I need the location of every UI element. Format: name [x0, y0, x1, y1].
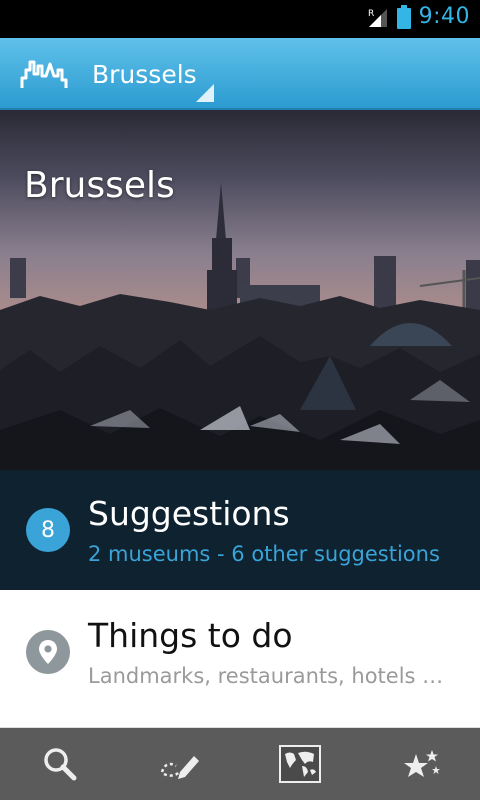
signal-icon: R: [367, 5, 389, 29]
suggestions-title: Suggestions: [88, 494, 290, 533]
city-skyline-illustration: [0, 182, 480, 470]
status-clock: 9:40: [418, 4, 470, 29]
suggestions-subtitle: 2 museums - 6 other suggestions: [88, 542, 440, 566]
app-logo-icon[interactable]: [20, 56, 68, 92]
things-to-do-subtitle: Landmarks, restaurants, hotels …: [88, 664, 444, 688]
city-spinner[interactable]: Brussels: [92, 38, 197, 110]
hero-title: Brussels: [24, 165, 175, 206]
city-spinner-label: Brussels: [92, 59, 197, 89]
location-pin-icon: [26, 630, 70, 674]
city-hero-image: Brussels: [0, 110, 480, 470]
battery-icon: [396, 4, 411, 29]
favorite-stars-icon: [404, 750, 440, 777]
favorites-tab[interactable]: [375, 728, 465, 800]
map-tab[interactable]: [255, 728, 345, 800]
bottom-tab-bar: [0, 728, 480, 800]
things-to-do-title: Things to do: [88, 616, 293, 655]
things-to-do-row[interactable]: Things to do Landmarks, restaurants, hot…: [0, 590, 480, 728]
edit-route-icon: [160, 756, 199, 779]
search-tab[interactable]: [15, 728, 105, 800]
world-map-icon: [279, 745, 321, 783]
edit-route-tab[interactable]: [135, 728, 225, 800]
search-icon: [44, 748, 77, 781]
status-icons: R 9:40: [367, 4, 470, 29]
action-bar: Brussels: [0, 38, 480, 110]
suggestions-count-badge: 8: [26, 508, 70, 552]
spinner-caret-icon: [196, 84, 214, 102]
status-bar: R 9:40: [0, 0, 480, 38]
roaming-indicator: R: [368, 9, 374, 19]
suggestions-row[interactable]: 8 Suggestions 2 museums - 6 other sugges…: [0, 470, 480, 590]
